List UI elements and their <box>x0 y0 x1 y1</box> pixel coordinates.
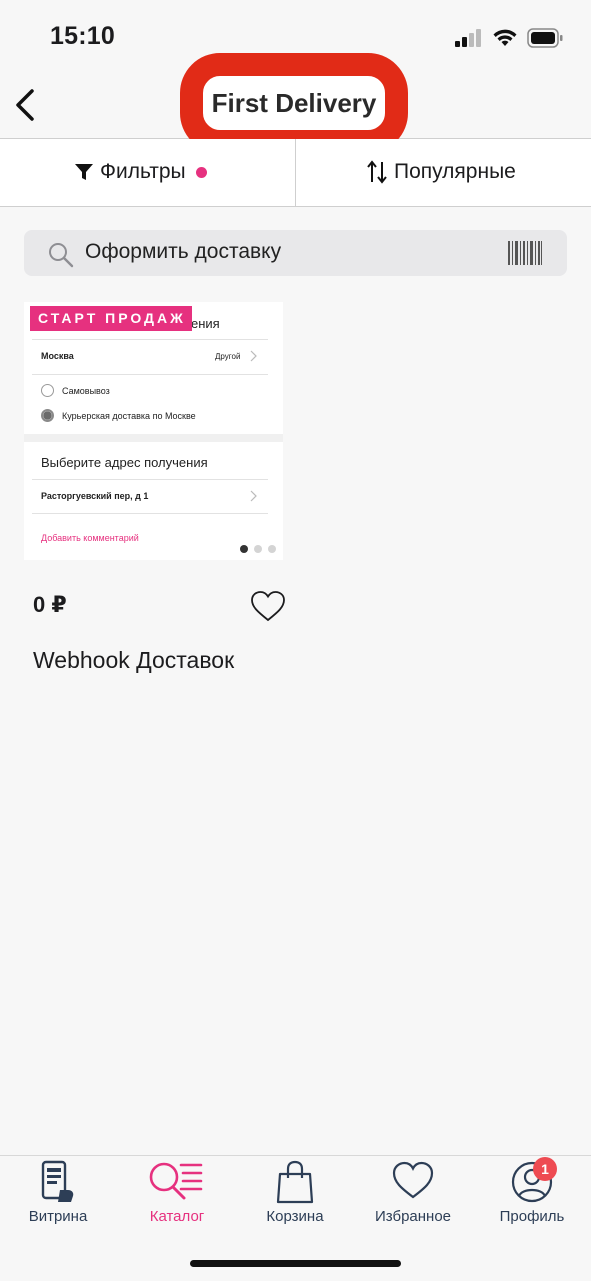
pagination-dot <box>268 545 276 553</box>
tab-label: Корзина <box>266 1208 324 1225</box>
tab-cart[interactable]: Корзина <box>240 1160 350 1230</box>
preview-city: Москва <box>41 351 74 361</box>
search-icon <box>49 243 74 268</box>
signal-icon <box>455 29 481 47</box>
radio-pickup <box>41 384 54 397</box>
preview-divider <box>32 513 268 514</box>
back-button[interactable] <box>10 86 44 124</box>
title-highlight: First Delivery <box>180 53 408 153</box>
status-time: 15:10 <box>50 22 115 50</box>
preview-address-heading: Выберите адрес получения <box>41 455 208 470</box>
catalog-search-icon <box>149 1162 203 1200</box>
home-indicator[interactable] <box>190 1260 401 1267</box>
wifi-icon <box>493 29 517 46</box>
pagination-dot <box>254 545 262 553</box>
preview-divider <box>32 479 268 480</box>
product-name[interactable]: Webhook Доставок <box>33 647 234 674</box>
image-pagination <box>240 545 276 553</box>
preview-section-gap <box>24 434 283 442</box>
chevron-left-icon <box>16 89 34 121</box>
sort-arrows-icon <box>367 160 387 184</box>
preview-add-comment: Добавить комментарий <box>41 533 139 543</box>
tab-label: Каталог <box>149 1208 205 1225</box>
preview-divider <box>32 339 268 340</box>
tab-catalog[interactable]: Каталог <box>122 1160 232 1230</box>
pagination-dot <box>240 545 248 553</box>
preview-option-courier: Курьерская доставка по Москве <box>62 411 196 421</box>
tab-label: Профиль <box>499 1208 565 1225</box>
notification-badge: 1 <box>533 1157 557 1181</box>
preview-divider <box>32 374 268 375</box>
filters-label: Фильтры <box>100 160 186 183</box>
battery-icon <box>527 28 563 48</box>
tab-label: Витрина <box>28 1208 88 1225</box>
start-sales-badge: СТАРТ ПРОДАЖ <box>30 306 192 331</box>
preview-heading: ения <box>191 316 220 331</box>
shopping-bag-icon <box>276 1160 314 1204</box>
phone-hand-icon <box>41 1160 74 1202</box>
sort-label: Популярные <box>394 160 516 183</box>
product-image[interactable]: ения Москва Другой Самовывоз Курьерская … <box>24 302 283 560</box>
chevron-right-icon <box>250 350 257 362</box>
preview-option-pickup: Самовывоз <box>62 386 110 396</box>
filters-button[interactable]: Фильтры <box>74 154 207 190</box>
tab-label: Избранное <box>374 1208 452 1225</box>
preview-city-change: Другой <box>215 352 241 361</box>
funnel-icon <box>75 164 93 180</box>
filter-divider <box>295 139 296 206</box>
search-text: Оформить доставку <box>85 240 282 263</box>
preview-address: Расторгуевский пер, д 1 <box>41 491 149 501</box>
chevron-right-icon <box>250 490 257 502</box>
favorite-heart-icon[interactable] <box>250 590 286 622</box>
tab-vitrina[interactable]: Витрина <box>3 1160 113 1230</box>
active-filter-dot <box>195 166 207 178</box>
page-title: First Delivery <box>211 87 377 118</box>
tab-favorites[interactable]: Избранное <box>358 1160 468 1230</box>
sort-button[interactable]: Популярные <box>366 154 516 190</box>
product-price: 0 ₽ <box>33 592 67 617</box>
status-icons <box>455 26 563 50</box>
tab-profile[interactable]: Профиль <box>477 1160 587 1230</box>
barcode-scanner-icon[interactable] <box>508 241 542 265</box>
heart-icon <box>392 1161 434 1199</box>
radio-courier <box>41 409 54 422</box>
